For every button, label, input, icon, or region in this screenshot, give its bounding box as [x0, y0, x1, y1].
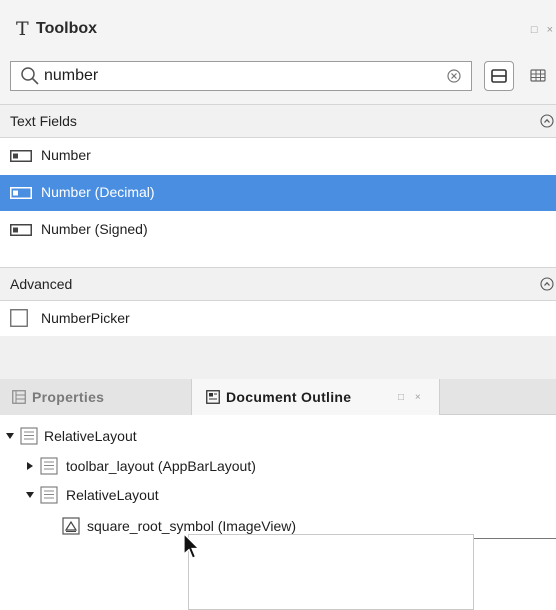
- layout-icon: [20, 427, 38, 445]
- toolbox-icon: T: [16, 18, 29, 40]
- tree-node-label: toolbar_layout (AppBarLayout): [66, 458, 256, 474]
- tab-document-outline[interactable]: Document Outline □ ×: [192, 379, 440, 415]
- text-field-icon: [10, 150, 32, 162]
- properties-icon: [12, 390, 26, 404]
- mouse-pointer-icon: [183, 533, 200, 559]
- expand-arrow-down-icon[interactable]: [6, 432, 14, 440]
- search-row: [0, 54, 556, 104]
- tree-node-label: square_root_symbol (ImageView): [87, 518, 297, 534]
- toolbox-item-label: Number (Signed): [41, 221, 148, 237]
- collapse-chevron-icon[interactable]: [540, 277, 554, 291]
- search-box[interactable]: [10, 61, 472, 91]
- text-field-icon: [10, 187, 32, 199]
- list-view-icon: [491, 69, 507, 83]
- group-label: Advanced: [10, 276, 73, 292]
- toolbox-item-label: Number: [41, 147, 91, 163]
- toolbox-window-buttons[interactable]: □ ×: [531, 24, 556, 36]
- layout-icon: [40, 457, 58, 475]
- text-field-icon: [10, 224, 32, 236]
- toolbox-item-number[interactable]: Number: [0, 138, 556, 174]
- search-input[interactable]: [44, 66, 434, 86]
- tab-label: Document Outline: [226, 389, 352, 405]
- image-view-icon: [62, 517, 80, 535]
- document-outline-icon: [206, 390, 220, 404]
- toolbox-item-label: Number (Decimal): [41, 184, 155, 200]
- collapse-chevron-icon[interactable]: [540, 114, 554, 128]
- search-icon: [21, 67, 39, 85]
- toolbox-header: T Toolbox □ ×: [0, 0, 556, 54]
- grid-view-icon[interactable]: [528, 66, 556, 86]
- toolbox-item-number-decimal[interactable]: Number (Decimal): [0, 175, 556, 211]
- expand-arrow-down-icon[interactable]: [26, 491, 34, 499]
- tab-label: Properties: [32, 389, 105, 405]
- tab-bar: Properties Document Outline □ ×: [0, 379, 556, 415]
- expand-arrow-right-icon[interactable]: [26, 462, 34, 470]
- tab-window-controls[interactable]: □ ×: [398, 392, 425, 403]
- group-header-text-fields[interactable]: Text Fields: [0, 104, 556, 138]
- tree-node-label: RelativeLayout: [66, 487, 159, 503]
- tree-node-label: RelativeLayout: [44, 428, 137, 444]
- group-label: Text Fields: [10, 113, 77, 129]
- toolbox-item-number-signed[interactable]: Number (Signed): [0, 212, 556, 248]
- toolbox-item-numberpicker[interactable]: NumberPicker: [0, 301, 556, 336]
- checkbox-icon: [10, 309, 28, 327]
- toolbox-title: Toolbox: [36, 20, 98, 37]
- clear-search-icon[interactable]: [447, 69, 461, 83]
- toolbox-item-label: NumberPicker: [41, 310, 130, 326]
- group-header-advanced[interactable]: Advanced: [0, 267, 556, 301]
- layout-icon: [40, 486, 58, 504]
- toolbox-empty-area: [0, 336, 556, 379]
- tab-properties[interactable]: Properties: [0, 379, 192, 415]
- autocomplete-popup[interactable]: [188, 534, 474, 610]
- list-view-button[interactable]: [484, 61, 514, 91]
